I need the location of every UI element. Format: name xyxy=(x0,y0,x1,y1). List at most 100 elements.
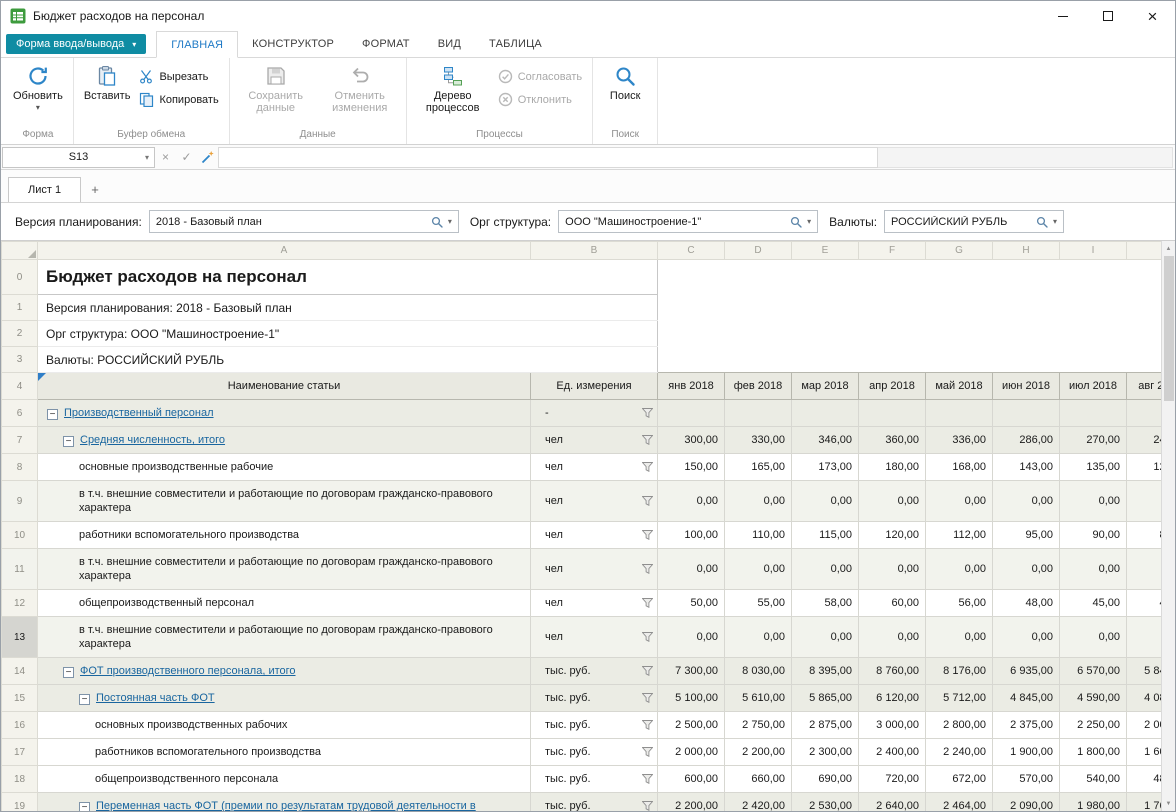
grid-cell-15-1[interactable]: 5 100,00 xyxy=(658,685,725,712)
undo-changes-button[interactable]: Отменить изменения xyxy=(318,61,402,114)
filter-funnel-icon[interactable] xyxy=(642,564,653,574)
search-icon[interactable] xyxy=(790,216,802,228)
grid-cell-17-1[interactable]: 2 000,00 xyxy=(658,739,725,766)
grid-cell-9-3[interactable]: 0,00 xyxy=(792,481,859,522)
process-tree-button[interactable]: Дерево процессов xyxy=(411,61,495,114)
grid-cell-12-1[interactable]: 50,00 xyxy=(658,590,725,617)
grid-cell-6-2[interactable] xyxy=(725,400,792,427)
grid-cell-17-3[interactable]: 2 300,00 xyxy=(792,739,859,766)
save-data-button[interactable]: Сохранить данные xyxy=(234,61,318,114)
month-header-3[interactable]: мар 2018 xyxy=(792,373,859,400)
cell-A9[interactable]: в т.ч. внешние совместители и работающие… xyxy=(38,481,531,522)
grid-cell-10-8[interactable]: 80,00 xyxy=(1127,522,1162,549)
row-header-14[interactable]: 14 xyxy=(2,658,38,685)
grid-cell-18-2[interactable]: 660,00 xyxy=(725,766,792,793)
cell-B19[interactable]: тыс. руб. xyxy=(531,793,658,812)
grid-cell-10-5[interactable]: 112,00 xyxy=(926,522,993,549)
grid-cell-13-8[interactable]: 0,00 xyxy=(1127,617,1162,658)
row-header-11[interactable]: 11 xyxy=(2,549,38,590)
grid-cell-7-7[interactable]: 270,00 xyxy=(1060,427,1127,454)
cell-A10[interactable]: работники вспомогательного производства xyxy=(38,522,531,549)
grid-cell-18-1[interactable]: 600,00 xyxy=(658,766,725,793)
filter-funnel-icon[interactable] xyxy=(642,496,653,506)
cell-B9[interactable]: чел xyxy=(531,481,658,522)
cell-A14[interactable]: −ФОТ производственного персонала, итого xyxy=(38,658,531,685)
grid-cell-10-1[interactable]: 100,00 xyxy=(658,522,725,549)
grid-cell-15-8[interactable]: 4 080,00 xyxy=(1127,685,1162,712)
row-header-18[interactable]: 18 xyxy=(2,766,38,793)
grid-cell-19-2[interactable]: 2 420,00 xyxy=(725,793,792,812)
grid-cell-13-5[interactable]: 0,00 xyxy=(926,617,993,658)
filter-funnel-icon[interactable] xyxy=(642,801,653,811)
filter-field-currencies[interactable]: РОССИЙСКИЙ РУБЛЬ▾ xyxy=(884,210,1064,233)
cell-reference-box[interactable]: S13 ▾ xyxy=(2,147,155,168)
grid-cell-8-4[interactable]: 180,00 xyxy=(859,454,926,481)
grid-cell-10-3[interactable]: 115,00 xyxy=(792,522,859,549)
paste-button[interactable]: Вставить xyxy=(78,61,137,102)
row-label[interactable]: Постоянная часть ФОТ xyxy=(96,692,215,704)
grid-cell-8-2[interactable]: 165,00 xyxy=(725,454,792,481)
cell-A6[interactable]: −Производственный персонал xyxy=(38,400,531,427)
filter-funnel-icon[interactable] xyxy=(642,598,653,608)
cell-A11[interactable]: в т.ч. внешние совместители и работающие… xyxy=(38,549,531,590)
grid-cell-11-2[interactable]: 0,00 xyxy=(725,549,792,590)
tab-конструктор[interactable]: КОНСТРУКТОР xyxy=(238,31,348,57)
io-form-menu-button[interactable]: Форма ввода/вывода ▾ xyxy=(6,34,146,54)
grid-cell-8-7[interactable]: 135,00 xyxy=(1060,454,1127,481)
chevron-down-icon[interactable]: ▾ xyxy=(807,217,811,226)
row-header-13[interactable]: 13 xyxy=(2,617,38,658)
minimize-button[interactable] xyxy=(1040,1,1085,31)
cell-A4[interactable]: Наименование статьи xyxy=(38,373,531,400)
cell-A17[interactable]: работников вспомогательного производства xyxy=(38,739,531,766)
maximize-button[interactable] xyxy=(1085,1,1130,31)
grid-cell-17-2[interactable]: 2 200,00 xyxy=(725,739,792,766)
cell-A0[interactable]: Бюджет расходов на персонал xyxy=(38,260,658,295)
tab-формат[interactable]: ФОРМАТ xyxy=(348,31,424,57)
grid-cell-6-3[interactable] xyxy=(792,400,859,427)
grid-cell-19-5[interactable]: 2 464,00 xyxy=(926,793,993,812)
approve-button[interactable]: Согласовать xyxy=(495,67,588,86)
grid-cell-11-6[interactable]: 0,00 xyxy=(993,549,1060,590)
month-header-1[interactable]: янв 2018 xyxy=(658,373,725,400)
collapse-toggle-icon[interactable]: − xyxy=(79,694,90,705)
filter-funnel-icon[interactable] xyxy=(642,435,653,445)
grid-cell-17-4[interactable]: 2 400,00 xyxy=(859,739,926,766)
filter-funnel-icon[interactable] xyxy=(642,666,653,676)
row-header-6[interactable]: 6 xyxy=(2,400,38,427)
grid-cell-17-5[interactable]: 2 240,00 xyxy=(926,739,993,766)
sheet-tab-list1[interactable]: Лист 1 xyxy=(8,177,81,202)
cell-B10[interactable]: чел xyxy=(531,522,658,549)
cell-empty-1[interactable] xyxy=(658,295,1162,321)
cut-button[interactable]: Вырезать xyxy=(136,67,224,86)
grid-cell-6-8[interactable] xyxy=(1127,400,1162,427)
grid-cell-9-2[interactable]: 0,00 xyxy=(725,481,792,522)
refresh-button[interactable]: Обновить ▾ xyxy=(7,61,69,112)
grid-cell-14-5[interactable]: 8 176,00 xyxy=(926,658,993,685)
grid-cell-9-4[interactable]: 0,00 xyxy=(859,481,926,522)
grid-cell-14-3[interactable]: 8 395,00 xyxy=(792,658,859,685)
cell-B14[interactable]: тыс. руб. xyxy=(531,658,658,685)
cell-B16[interactable]: тыс. руб. xyxy=(531,712,658,739)
grid-cell-13-4[interactable]: 0,00 xyxy=(859,617,926,658)
grid-cell-8-8[interactable]: 120,00 xyxy=(1127,454,1162,481)
grid-cell-11-1[interactable]: 0,00 xyxy=(658,549,725,590)
grid-cell-14-8[interactable]: 5 840,00 xyxy=(1127,658,1162,685)
cell-B7[interactable]: чел xyxy=(531,427,658,454)
grid-cell-8-3[interactable]: 173,00 xyxy=(792,454,859,481)
select-all-corner[interactable] xyxy=(2,242,38,260)
cell-B11[interactable]: чел xyxy=(531,549,658,590)
grid-cell-17-8[interactable]: 1 600,00 xyxy=(1127,739,1162,766)
column-header-C[interactable]: C xyxy=(658,242,725,260)
cell-A8[interactable]: основные производственные рабочие xyxy=(38,454,531,481)
grid-cell-8-1[interactable]: 150,00 xyxy=(658,454,725,481)
cell-A16[interactable]: основных производственных рабочих xyxy=(38,712,531,739)
cell-B8[interactable]: чел xyxy=(531,454,658,481)
grid-cell-12-2[interactable]: 55,00 xyxy=(725,590,792,617)
tab-главная[interactable]: ГЛАВНАЯ xyxy=(156,31,238,58)
grid-cell-7-5[interactable]: 336,00 xyxy=(926,427,993,454)
cell-empty-2[interactable] xyxy=(658,321,1162,347)
filter-funnel-icon[interactable] xyxy=(642,720,653,730)
vertical-scrollbar[interactable]: ▲ ▼ xyxy=(1161,241,1175,811)
tab-вид[interactable]: ВИД xyxy=(424,31,475,57)
grid-cell-7-4[interactable]: 360,00 xyxy=(859,427,926,454)
